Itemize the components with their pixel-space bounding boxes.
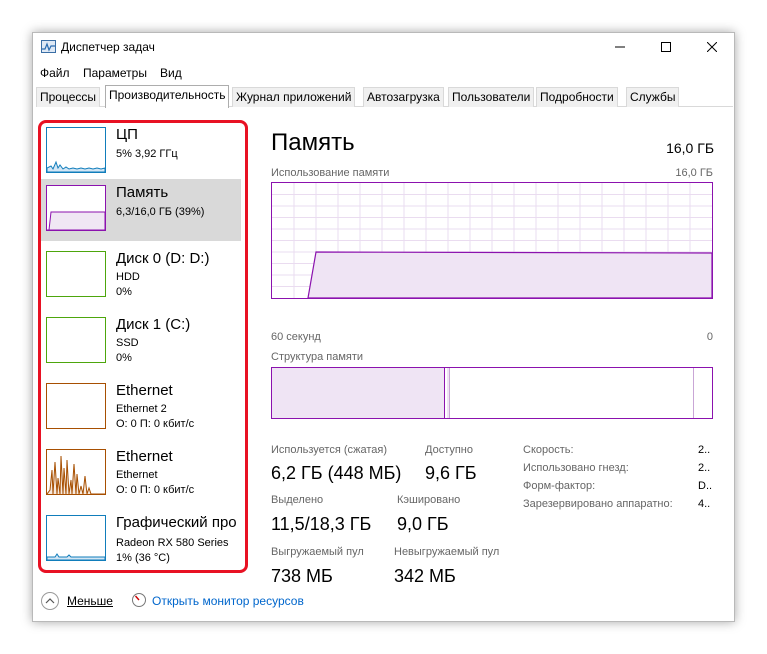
tab-app-history[interactable]: Журнал приложений [232, 87, 356, 107]
gpu-thumbnail [46, 515, 106, 561]
minimize-icon [615, 46, 625, 48]
sidebar-item-disk1[interactable]: Диск 1 (C:) SSD 0% [41, 311, 241, 373]
tab-performance[interactable]: Производительность [105, 85, 230, 108]
sidebar-item-name: Диск 0 (D: D:) [116, 250, 210, 267]
sidebar-item-line2: 1% (36 °C) [116, 552, 170, 564]
structure-standby [693, 368, 694, 418]
sidebar-item-gpu[interactable]: Графический про Radeon RX 580 Series 1% … [41, 509, 241, 571]
detail-title: Память [271, 129, 355, 156]
sidebar-item-line1: Ethernet [116, 469, 158, 481]
close-button[interactable] [689, 33, 735, 61]
disk-thumbnail [46, 251, 106, 297]
structure-in-use [272, 368, 445, 418]
form-factor-label: Форм-фактор: [523, 480, 596, 492]
task-manager-window: Диспетчер задач Файл Параметры Вид Проце… [32, 32, 735, 622]
sidebar-item-cpu[interactable]: ЦП 5% 3,92 ГГц [41, 121, 241, 183]
tab-details[interactable]: Подробности [536, 87, 618, 107]
minimize-button[interactable] [597, 33, 643, 61]
sidebar-item-line2: 0% [116, 352, 132, 364]
ethernet-thumbnail [46, 449, 106, 495]
sidebar-item-line2: 0% [116, 286, 132, 298]
time-right-label: 0 [706, 331, 713, 343]
footer-bar: Меньше Открыть монитор ресурсов [33, 589, 734, 617]
fewer-details-link[interactable]: Меньше [67, 594, 113, 608]
used-value: 6,2 ГБ (448 МБ) [271, 463, 402, 483]
sidebar-item-line2: О: 0 П: 0 кбит/с [116, 484, 195, 496]
committed-label: Выделено [271, 494, 324, 506]
hw-reserved-label: Зарезервировано аппаратно: [523, 498, 673, 510]
sidebar-item-line2: О: 0 П: 0 кбит/с [116, 418, 195, 430]
disk-thumbnail [46, 317, 106, 363]
memory-usage-graph [271, 182, 713, 299]
sidebar-item-ethernet[interactable]: Ethernet Ethernet О: 0 П: 0 кбит/с [41, 443, 241, 505]
fewer-details-button[interactable] [41, 592, 59, 610]
menu-file[interactable]: Файл [40, 66, 70, 80]
maximize-icon [661, 42, 671, 52]
memory-detail-pane: Память 16,0 ГБ Использование памяти 16,0… [271, 121, 714, 586]
tab-services[interactable]: Службы [626, 87, 680, 107]
sidebar-item-ethernet2[interactable]: Ethernet Ethernet 2 О: 0 П: 0 кбит/с [41, 377, 241, 439]
performance-sidebar: ЦП 5% 3,92 ГГц Память 6,3/16,0 ГБ (39%) … [41, 121, 241, 569]
title-bar: Диспетчер задач [33, 33, 734, 61]
sidebar-item-line1: Radeon RX 580 Series [116, 537, 229, 549]
speed-label: Скорость: [523, 444, 574, 456]
nonpaged-pool-label: Невыгружаемый пул [394, 546, 500, 558]
structure-label: Структура памяти [271, 351, 364, 363]
open-resource-monitor-link[interactable]: Открыть монитор ресурсов [152, 594, 304, 608]
sidebar-item-line1: 6,3/16,0 ГБ (39%) [116, 206, 205, 218]
window-title: Диспетчер задач [61, 40, 155, 54]
sidebar-item-name: Графический про [116, 514, 237, 531]
sidebar-item-disk0[interactable]: Диск 0 (D: D:) HDD 0% [41, 245, 241, 307]
paged-pool-value: 738 МБ [271, 566, 333, 586]
available-label: Доступно [425, 444, 474, 456]
memory-structure-bar [271, 367, 713, 419]
cached-value: 9,0 ГБ [397, 514, 449, 534]
speed-value: 2.. [698, 444, 711, 456]
slots-value: 2.. [698, 462, 711, 474]
nonpaged-pool-value: 342 МБ [394, 566, 456, 586]
maximize-button[interactable] [643, 33, 689, 61]
paged-pool-label: Выгружаемый пул [271, 546, 364, 558]
sidebar-item-line1: Ethernet 2 [116, 403, 167, 415]
usage-label: Использование памяти [271, 167, 390, 179]
cached-label: Кэшировано [397, 494, 461, 506]
menu-view[interactable]: Вид [160, 66, 182, 80]
sidebar-item-name: Ethernet [116, 382, 173, 399]
form-factor-value: D.. [698, 480, 713, 492]
time-left-label: 60 секунд [271, 331, 321, 343]
resource-monitor-icon [131, 592, 147, 608]
slots-label: Использовано гнезд: [523, 462, 629, 474]
sidebar-item-memory[interactable]: Память 6,3/16,0 ГБ (39%) [41, 179, 241, 241]
sidebar-item-line1: 5% 3,92 ГГц [116, 148, 178, 160]
committed-value: 11,5/18,3 ГБ [271, 514, 372, 534]
sidebar-item-line1: SSD [116, 337, 139, 349]
sidebar-item-name: ЦП [116, 126, 138, 143]
sidebar-item-name: Память [116, 184, 169, 201]
task-manager-icon [41, 40, 56, 53]
sidebar-item-name: Диск 1 (C:) [116, 316, 191, 333]
detail-total: 16,0 ГБ [666, 140, 714, 156]
used-label: Используется (сжатая) [271, 444, 388, 456]
tab-users[interactable]: Пользователи [448, 87, 535, 107]
menu-options[interactable]: Параметры [83, 66, 147, 80]
available-value: 9,6 ГБ [425, 463, 477, 483]
cpu-thumbnail [46, 127, 106, 173]
sidebar-item-name: Ethernet [116, 448, 173, 465]
usage-max-label: 16,0 ГБ [675, 167, 713, 179]
tab-processes[interactable]: Процессы [36, 87, 101, 107]
tab-startup[interactable]: Автозагрузка [363, 87, 444, 107]
chevron-up-icon [45, 598, 55, 604]
sidebar-item-line1: HDD [116, 271, 140, 283]
close-icon [707, 42, 717, 52]
structure-modified [447, 368, 450, 418]
tab-bar: Процессы Производительность Журнал прило… [36, 85, 733, 108]
hw-reserved-value: 4.. [698, 498, 711, 510]
memory-thumbnail [46, 185, 106, 231]
ethernet-thumbnail [46, 383, 106, 429]
